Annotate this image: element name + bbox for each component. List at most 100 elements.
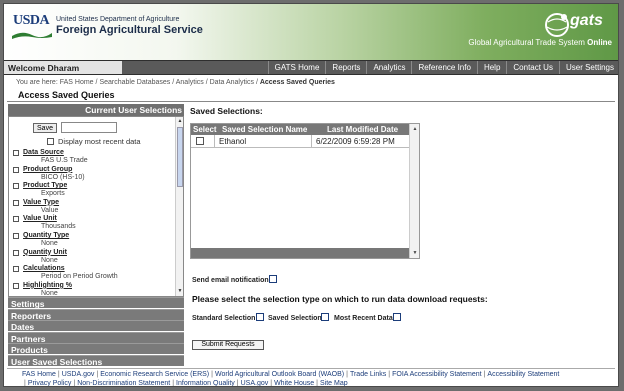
usda-logo[interactable]: USDA [13,13,50,29]
footer-link[interactable]: World Agricultural Outlook Board (WAOB) [215,371,344,378]
footer-link[interactable]: Accessibility Statement [487,371,559,378]
nav-reports[interactable]: Reports [325,61,366,74]
row-select-checkbox[interactable] [196,137,204,145]
option-saved-selection-label: Saved Selection [268,315,322,322]
footer-link[interactable]: Information Quality [176,380,235,386]
selection-name[interactable]: Quantity Unit [23,249,67,256]
footer-link[interactable]: White House [274,380,314,386]
row-modified-date: 6/22/2009 6:59:28 PM [316,137,395,146]
selection-type-prompt: Please select the selection type on whic… [192,294,488,304]
selection-value: FAS U.S Trade [41,157,88,164]
footer-link[interactable]: USDA.gov [62,371,95,378]
selection-value: Exports [41,190,65,198]
scroll-up-arrow-icon[interactable]: ▲ [412,126,418,132]
nav-analytics[interactable]: Analytics [366,61,411,74]
saved-selections-grid: Select Saved Selection Name Last Modifie… [190,123,420,259]
selection-item: Quantity Type None [13,232,173,249]
scroll-up-arrow-icon[interactable]: ▲ [177,118,183,125]
save-name-input[interactable] [61,122,117,133]
welcome-message: Welcome Dharam [4,61,122,74]
accordion-reporters[interactable]: Reporters [8,308,184,321]
collapse-box-icon[interactable] [13,232,19,239]
option-standard-selection-label: Standard Selection [192,315,256,322]
option-most-recent-data-checkbox[interactable] [393,313,401,321]
breadcrumb-fas-home[interactable]: FAS Home [60,79,94,86]
column-last-modified-date[interactable]: Last Modified Date [327,125,398,134]
column-select[interactable]: Select [193,125,217,134]
left-panel: Current User Selections Save Display mos… [8,104,184,367]
footer-link[interactable]: Privacy Policy [28,380,72,386]
display-recent-checkbox[interactable] [47,138,54,145]
collapse-box-icon[interactable] [13,150,19,156]
gats-tagline-main: Global Agricultural Trade System [468,38,585,47]
selection-value: Thousands [41,223,76,231]
agency-name[interactable]: Foreign Agricultural Service [56,24,203,36]
email-notification-label: Send email notification: [192,277,271,284]
accordion-settings[interactable]: Settings [8,297,184,309]
collapse-box-icon[interactable] [13,183,19,190]
option-standard-selection-checkbox[interactable] [256,313,264,321]
browser-page: USDA United States Department of Agricul… [3,3,619,387]
option-saved-selection-checkbox[interactable] [321,313,329,321]
selection-name[interactable]: Product Type [23,182,67,189]
email-notification-checkbox[interactable] [269,275,277,283]
breadcrumb-data-analytics[interactable]: Data Analytics [210,79,254,86]
breadcrumb-separator: / [205,79,208,86]
footer-link[interactable]: USA.gov [241,380,269,386]
selection-value: Period on Period Growth [41,273,118,281]
breadcrumb-analytics[interactable]: Analytics [176,79,204,86]
table-row[interactable]: Ethanol 6/22/2009 6:59:28 PM [191,135,410,148]
selection-name[interactable]: Calculations [23,265,65,272]
accordion-products[interactable]: Products [8,343,184,355]
department-name: United States Department of Agriculture [56,16,180,23]
usda-swoosh-icon [12,32,52,39]
selection-item: Product Group BICO (HS-10) [13,166,173,183]
submit-requests-button[interactable]: Submit Requests [192,340,264,350]
nav-user-settings[interactable]: User Settings [558,61,618,74]
selection-list: Data Source FAS U.S Trade Product Group … [13,149,173,296]
grid-header: Select Saved Selection Name Last Modifie… [191,124,410,135]
accordion-user-saved-selections[interactable]: User Saved Selections [8,354,184,367]
scrollbar-thumb[interactable] [177,127,183,187]
nav-reference-info[interactable]: Reference Info [411,61,476,74]
footer-link[interactable]: FAS Home [22,371,56,378]
saved-selections-title: Saved Selections: [190,106,263,116]
nav-gats-home[interactable]: GATS Home [267,61,326,74]
collapse-box-icon[interactable] [13,216,19,223]
selection-name[interactable]: Highlighting % [23,282,72,289]
collapse-box-icon[interactable] [13,249,19,256]
breadcrumb-current: Access Saved Queries [259,79,335,86]
selection-name[interactable]: Product Group [23,166,72,173]
scroll-down-arrow-icon[interactable]: ▼ [177,288,183,295]
column-saved-selection-name[interactable]: Saved Selection Name [222,125,307,134]
selection-item: Value Type Value [13,199,173,216]
footer-link[interactable]: FOIA Accessibility Statement [392,371,481,378]
collapse-box-icon[interactable] [13,266,19,273]
selections-scrollbar[interactable]: ▲ ▼ [175,117,183,296]
selection-name[interactable]: Value Type [23,199,59,206]
grid-scrollbar[interactable]: ▲ ▼ [409,124,419,258]
breadcrumb-separator: / [172,79,175,86]
accordion-partners[interactable]: Partners [8,331,184,344]
collapse-box-icon[interactable] [13,282,19,289]
top-nav: Welcome Dharam GATS Home Reports Analyti… [4,60,618,75]
breadcrumb-separator: / [255,79,258,86]
scroll-down-arrow-icon[interactable]: ▼ [412,250,418,256]
collapse-box-icon[interactable] [13,166,19,173]
selection-name[interactable]: Quantity Type [23,232,69,239]
collapse-box-icon[interactable] [13,199,19,206]
selection-name[interactable]: Value Unit [23,215,57,222]
accordion-dates[interactable]: Dates [8,320,184,332]
save-button[interactable]: Save [33,123,57,133]
nav-help[interactable]: Help [476,61,506,74]
current-selections-header: Current User Selections [8,104,184,116]
footer-link[interactable]: Non-Discrimination Statement [77,380,170,386]
column-divider [214,135,215,148]
footer-link[interactable]: Economic Research Service (ERS) [100,371,209,378]
gats-tagline-online: Online [587,38,612,47]
nav-contact-us[interactable]: Contact Us [506,61,559,74]
footer-link[interactable]: Site Map [320,380,348,386]
breadcrumb-searchable-databases[interactable]: Searchable Databases [99,79,170,86]
selection-name[interactable]: Data Source [23,149,64,156]
footer-link[interactable]: Trade Links [350,371,386,378]
